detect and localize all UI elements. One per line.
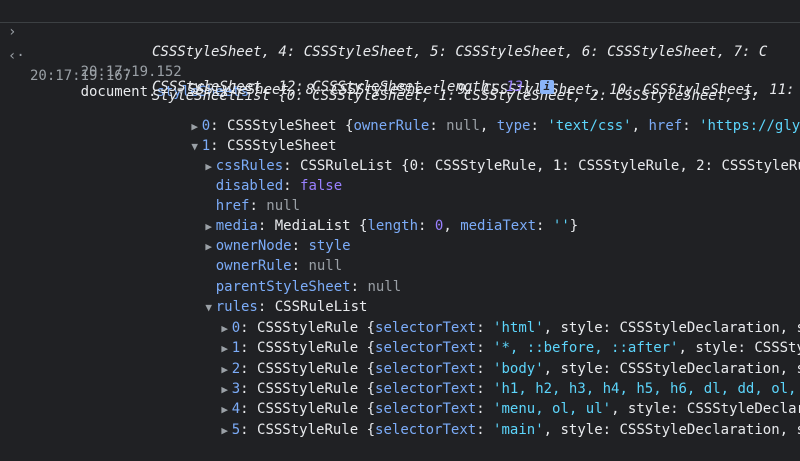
output-arrow-icon: ‹· xyxy=(8,48,25,64)
info-icon[interactable]: i xyxy=(539,80,554,94)
output-timestamp: 20:17:19.167 xyxy=(30,68,132,84)
summary-line-2: CSSStyleSheet, 4: CSSStyleSheet, 5: CSSS… xyxy=(152,44,768,60)
expand-triangle-icon[interactable]: ▶ xyxy=(218,421,232,441)
summary-line-4: CSSStyleSheet, 12: CSSStyleSheet, length… xyxy=(152,77,800,97)
rule-item[interactable]: ▶ 5: CSSStyleRule {selectorText: 'main', … xyxy=(184,400,800,461)
devtools-console: › 20:17:19.152 document.styleSheets ‹· 2… xyxy=(0,0,800,438)
divider xyxy=(0,22,800,23)
